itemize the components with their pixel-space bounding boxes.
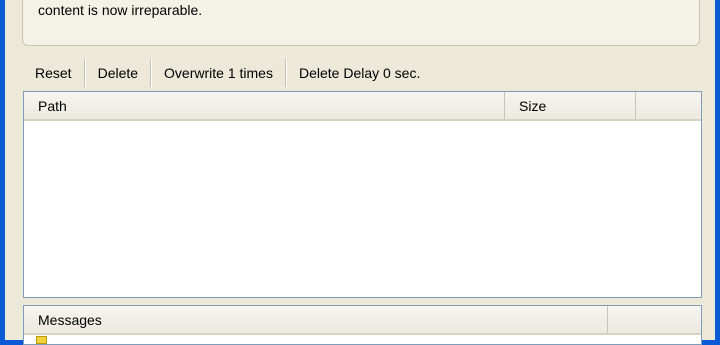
column-header-size[interactable]: Size bbox=[505, 92, 636, 119]
file-list-header: Path Size bbox=[24, 92, 701, 121]
file-list[interactable]: Path Size bbox=[23, 91, 702, 298]
info-text: content is now irreparable. bbox=[38, 2, 203, 18]
messages-list[interactable]: Messages bbox=[23, 305, 702, 345]
overwrite-times-button[interactable]: Overwrite 1 times bbox=[152, 59, 285, 87]
column-header-messages[interactable]: Messages bbox=[24, 306, 608, 333]
delete-delay-button[interactable]: Delete Delay 0 sec. bbox=[287, 59, 432, 87]
folder-icon bbox=[36, 336, 47, 344]
info-panel: content is now irreparable. bbox=[22, 0, 700, 46]
toolbar: Reset Delete Overwrite 1 times Delete De… bbox=[23, 59, 703, 87]
delete-button[interactable]: Delete bbox=[86, 59, 150, 87]
messages-list-header: Messages bbox=[24, 306, 701, 335]
reset-button[interactable]: Reset bbox=[23, 59, 84, 87]
main-window-client: content is now irreparable. Reset Delete… bbox=[5, 0, 715, 345]
column-header-path[interactable]: Path bbox=[24, 92, 505, 119]
